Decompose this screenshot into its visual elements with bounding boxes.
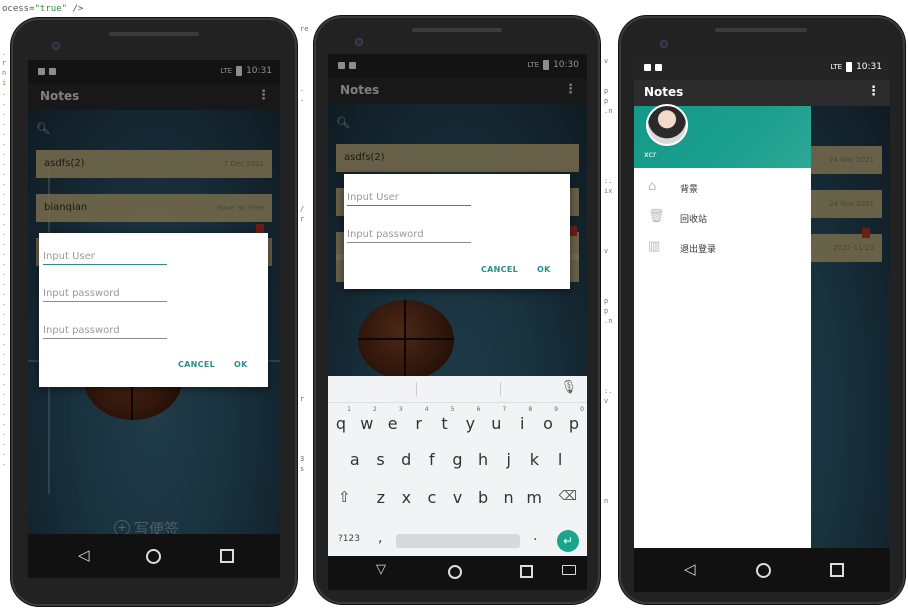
screen-3: LTE 10:31 Notes ⋮ 24 Nov 2021 24 Nov 202… [634, 56, 890, 592]
key-h[interactable]: h [472, 450, 494, 469]
key-x[interactable]: x [395, 488, 417, 507]
key-u[interactable]: u7 [485, 406, 507, 433]
ide-gutter-middle: re.. / r r 3 s [300, 25, 309, 473]
home-icon[interactable] [756, 563, 771, 578]
android-icon [655, 64, 662, 71]
key-k[interactable]: k [523, 450, 545, 469]
phone-frame-1: LTE 10:31 Notes ⋮ 🔍︎ asdfs(2) 7 Dec 2021… [11, 18, 297, 606]
username-field[interactable]: Input User [347, 192, 471, 206]
home-icon[interactable] [448, 565, 462, 579]
navigation-bar: ▽ [328, 556, 587, 590]
key-z[interactable]: z [370, 488, 392, 507]
ide-gutter-left: .rni....................................… [2, 49, 7, 467]
front-camera [660, 40, 668, 48]
enter-key[interactable]: ↵ [557, 530, 579, 552]
building-icon: ▥ [648, 239, 661, 254]
home-icon[interactable] [146, 549, 161, 564]
battery-icon [846, 62, 853, 72]
drawer-item-background[interactable]: ⌂ 背景 [634, 174, 811, 202]
login-dialog: Input User Input password CANCEL OK [344, 174, 570, 289]
key-o[interactable]: o9 [537, 406, 559, 433]
key-b[interactable]: b [472, 488, 494, 507]
password-field[interactable]: Input password [43, 288, 167, 302]
front-camera [52, 42, 60, 50]
recent-apps-icon[interactable] [830, 563, 844, 577]
keyboard-row-3: zxcvbnm [328, 488, 587, 507]
register-dialog: Input User Input password Input password… [39, 233, 268, 387]
keyboard-row-1: q1w2e3r4t5y6u7i8o9p0 [328, 406, 587, 433]
keyboard-row-2: asdfghjkl [328, 450, 587, 469]
speaker-grille [412, 28, 502, 32]
drawer-item-trash[interactable]: 🗑︎ 回收站 [634, 204, 811, 232]
symbols-key[interactable]: ?123 [338, 534, 360, 544]
confirm-password-field[interactable]: Input password [43, 325, 167, 339]
key-c[interactable]: c [421, 488, 443, 507]
key-j[interactable]: j [498, 450, 520, 469]
overflow-menu-icon[interactable]: ⋮ [867, 84, 880, 99]
recent-apps-icon[interactable] [520, 565, 533, 578]
phone-frame-2: LTE 10:30 Notes ⋮ 🔍︎ asdfs(2) cgo Input … [314, 16, 600, 604]
navigation-bar: ◁ [28, 534, 280, 578]
home-icon: ⌂ [648, 179, 657, 194]
drawer-item-logout[interactable]: ▥ 退出登录 [634, 234, 811, 262]
keyboard-switch-icon[interactable] [562, 565, 576, 575]
key-q[interactable]: q1 [330, 406, 352, 433]
front-camera [355, 38, 363, 46]
phone-frame-3: LTE 10:31 Notes ⋮ 24 Nov 2021 24 Nov 202… [619, 16, 905, 604]
recent-apps-icon[interactable] [220, 549, 234, 563]
screen-1: LTE 10:31 Notes ⋮ 🔍︎ asdfs(2) 7 Dec 2021… [28, 60, 280, 578]
app-title: Notes [644, 85, 684, 99]
back-icon[interactable]: ◁ [684, 560, 696, 578]
speaker-grille [109, 32, 199, 36]
ok-button[interactable]: OK [234, 360, 248, 369]
key-f[interactable]: f [421, 450, 443, 469]
key-a[interactable]: a [344, 450, 366, 469]
speaker-grille [715, 28, 807, 32]
drawer-username: xcr [644, 150, 657, 159]
key-d[interactable]: d [395, 450, 417, 469]
screen-2: LTE 10:30 Notes ⋮ 🔍︎ asdfs(2) cgo Input … [328, 54, 587, 574]
backspace-key[interactable]: ⌫ [559, 489, 577, 504]
mic-icon[interactable]: 🎙︎ [560, 380, 577, 395]
back-icon[interactable]: ◁ [78, 546, 90, 564]
key-s[interactable]: s [369, 450, 391, 469]
notification-icon [644, 64, 651, 71]
ok-button[interactable]: OK [537, 265, 551, 274]
key-p[interactable]: p0 [563, 406, 585, 433]
status-time: 10:31 [856, 62, 882, 72]
navigation-bar: ◁ [634, 548, 890, 592]
key-m[interactable]: m [523, 488, 545, 507]
key-w[interactable]: w2 [356, 406, 378, 433]
cancel-button[interactable]: CANCEL [481, 265, 518, 274]
status-bar: LTE 10:31 [634, 56, 890, 80]
suggestion-strip: 🎙︎ [328, 376, 587, 403]
drawer-header: xcr [634, 104, 811, 168]
ide-gutter-right: v p p .n:. ix v p p .n:. v n [604, 57, 613, 505]
period-key[interactable]: . [533, 528, 537, 544]
key-t[interactable]: t5 [434, 406, 456, 433]
key-n[interactable]: n [498, 488, 520, 507]
soft-keyboard: 🎙︎ q1w2e3r4t5y6u7i8o9p0 asdfghjkl zxcvbn… [328, 376, 587, 530]
key-y[interactable]: y6 [459, 406, 481, 433]
shift-key[interactable]: ⇧ [338, 488, 351, 506]
space-key[interactable] [396, 534, 520, 548]
cancel-button[interactable]: CANCEL [178, 360, 215, 369]
ide-code-snippet: ocess="true" /> [2, 4, 84, 14]
key-g[interactable]: g [446, 450, 468, 469]
key-i[interactable]: i8 [511, 406, 533, 433]
key-l[interactable]: l [549, 450, 571, 469]
comma-key[interactable]: , [378, 530, 382, 546]
back-down-icon[interactable]: ▽ [376, 562, 386, 577]
key-e[interactable]: e3 [382, 406, 404, 433]
signal-icon: LTE [830, 63, 843, 71]
username-field[interactable]: Input User [43, 251, 167, 265]
key-v[interactable]: v [446, 488, 468, 507]
key-r[interactable]: r4 [408, 406, 430, 433]
trash-icon: 🗑︎ [648, 209, 665, 224]
app-bar: Notes ⋮ [634, 80, 890, 106]
password-field[interactable]: Input password [347, 229, 471, 243]
navigation-drawer: xcr ⌂ 背景 🗑︎ 回收站 ▥ 退出登录 [634, 104, 811, 548]
avatar[interactable] [646, 104, 688, 146]
